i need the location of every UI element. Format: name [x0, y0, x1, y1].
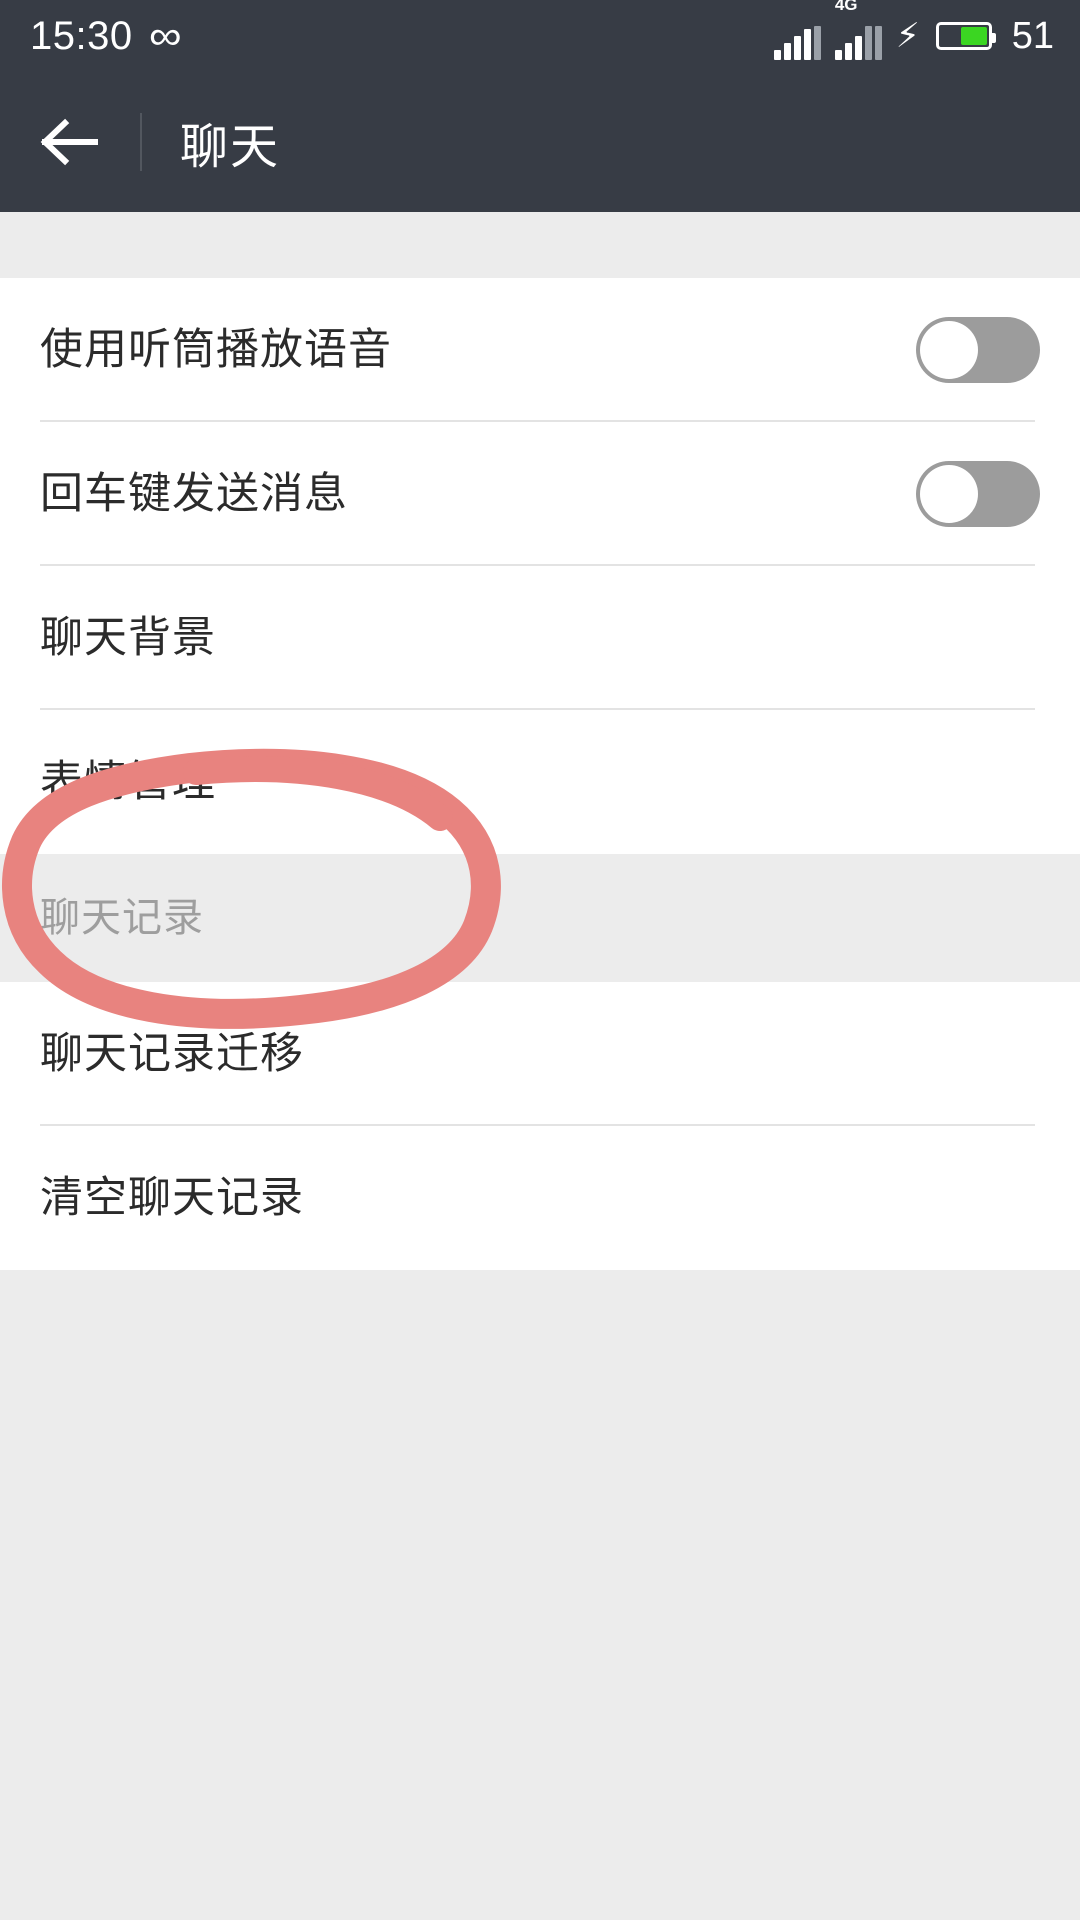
setting-label: 回车键发送消息 [40, 469, 348, 518]
title-bar: 聊天 [0, 72, 1080, 212]
back-arrow-icon [40, 118, 98, 166]
toggle-knob [920, 465, 978, 523]
battery-icon [935, 22, 996, 50]
signal-bar-3 [793, 36, 801, 60]
section-header-chat-history: 聊天记录 [0, 854, 1080, 982]
network-type-label: 4G [834, 0, 858, 14]
status-bar-left: 15:30 ∞ [30, 14, 182, 58]
back-button[interactable] [0, 72, 140, 212]
setting-row-chat-history-migration[interactable]: 聊天记录迁移 [0, 982, 1080, 1126]
signal-bar-5-inactive [813, 26, 821, 60]
top-spacer [0, 212, 1080, 278]
infinity-icon: ∞ [148, 14, 182, 58]
settings-content: 使用听筒播放语音 回车键发送消息 聊天背景 表情管理 聊天记录 聊天记录迁移 清… [0, 212, 1080, 1920]
settings-group-two: 聊天记录迁移 清空聊天记录 [0, 982, 1080, 1270]
settings-group-one: 使用听筒播放语音 回车键发送消息 聊天背景 表情管理 [0, 278, 1080, 854]
signal-bar-5-inactive [874, 26, 882, 60]
setting-label: 表情管理 [40, 757, 216, 806]
toggle-knob [920, 321, 978, 379]
toggle-earpiece-playback[interactable] [916, 317, 1040, 383]
setting-row-chat-background[interactable]: 聊天背景 [0, 566, 1080, 710]
signal-bars-icon [773, 26, 821, 60]
signal-bar-4-inactive [864, 26, 872, 60]
setting-row-enter-sends-message[interactable]: 回车键发送消息 [0, 422, 1080, 566]
signal-strength-sim2: 4G [834, 0, 882, 60]
status-bar: 15:30 ∞ 4G ⚡ 51 [0, 0, 1080, 72]
signal-strength-sim1 [773, 12, 821, 60]
signal-bar-2 [844, 43, 852, 60]
title-divider [140, 113, 142, 171]
signal-bar-1 [773, 50, 781, 60]
setting-label: 聊天记录迁移 [40, 1029, 304, 1078]
signal-bar-4 [803, 29, 811, 60]
section-header-label: 聊天记录 [40, 896, 204, 940]
toggle-enter-sends-message[interactable] [916, 461, 1040, 527]
signal-bar-1 [834, 50, 842, 60]
setting-label: 聊天背景 [40, 613, 216, 662]
setting-row-emoji-management[interactable]: 表情管理 [0, 710, 1080, 854]
charging-bolt-icon: ⚡ [895, 17, 920, 55]
page-title: 聊天 [180, 121, 281, 174]
signal-bars-4g-icon [834, 26, 882, 60]
setting-label: 使用听筒播放语音 [40, 325, 392, 374]
setting-row-earpiece-playback[interactable]: 使用听筒播放语音 [0, 278, 1080, 422]
setting-row-clear-chat-history[interactable]: 清空聊天记录 [0, 1126, 1080, 1270]
status-bar-right: 4G ⚡ 51 [773, 0, 1054, 60]
battery-percent-label: 51 [1011, 15, 1054, 57]
battery-fill [960, 27, 987, 45]
signal-bar-3 [854, 36, 862, 60]
signal-bar-2 [783, 43, 791, 60]
setting-label: 清空聊天记录 [40, 1173, 304, 1222]
status-clock: 15:30 [30, 14, 133, 58]
